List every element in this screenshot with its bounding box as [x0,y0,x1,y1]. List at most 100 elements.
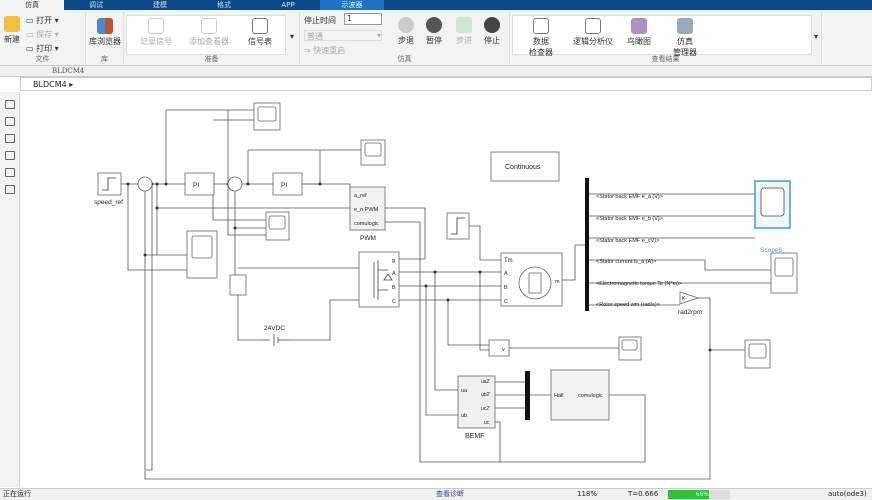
area-icon[interactable] [4,185,15,194]
birds-eye-icon [631,18,647,34]
open-button[interactable]: ▭ 打开 ▾ [26,15,59,26]
port-label: uc [484,420,490,426]
step-back-button[interactable]: 步退 [396,17,416,46]
scope6-label: Scope6 [760,247,782,254]
stop-time-label: 停止时间 [304,16,336,25]
dc-source-label: 24VDC [264,325,285,332]
annotation-icon[interactable] [4,151,15,160]
prepare-more-button[interactable]: ▾ [290,32,294,41]
voltage-sensor-block[interactable] [229,274,247,296]
group-file: 新建 ▭ 打开 ▾ ▭ 保存 ▾ ▭ 打印 ▾ 文件 [0,12,86,64]
port-label: e_n PWM [354,207,379,213]
port-label: m [555,279,560,285]
step-back-icon [398,17,414,33]
library-icon [97,18,113,34]
view-diagnostics-link[interactable]: 查看诊断 [436,489,464,500]
birds-eye-button[interactable]: 鸟瞰图 [624,18,654,47]
pause-icon [426,17,442,33]
port-label: C [392,299,396,305]
tab-modeling[interactable]: 建模 [128,0,192,10]
new-icon [4,16,20,32]
arrow-icon[interactable] [4,134,15,143]
battery-block[interactable] [262,334,290,346]
pi1-label: PI [193,182,199,189]
port-label: ub2' [481,392,490,398]
sum-block-2[interactable] [227,176,243,192]
tool-palette [0,92,20,487]
bus-signal-label: <Stator back EMF e_cV)> [596,238,659,244]
stop-time-input[interactable]: 1 [344,13,382,25]
save-button[interactable]: ▭ 保存 ▾ [26,29,59,40]
group-review-results: 数据 检查器 逻辑分析仪 鸟瞰图 仿真 管理器 ▾ 查看结果 [510,12,822,64]
port-label: comulogic [354,221,379,227]
zoom-level: 118% [577,490,598,498]
port-label: A [504,271,508,277]
pi-controller-1[interactable] [184,172,215,196]
progress-fill: 66% [668,490,709,499]
library-browser-button[interactable]: 库浏览器 [88,18,122,47]
port-label: uc2' [481,406,490,412]
gain-label: K- [682,296,687,302]
port-label: ua2' [481,379,490,385]
voltage-measurement-block[interactable] [488,339,510,357]
signal-table-button[interactable]: 信号表 [240,18,280,47]
model-canvas[interactable]: speed_ref PI PI a_ref e_n PWM comulogic … [20,92,872,487]
sim-time: T=0.666 [628,490,659,498]
solver-label[interactable]: auto(ode3) [828,489,867,500]
tab-simulation[interactable]: 仿真 [0,0,64,10]
print-button[interactable]: ▭ 打印 ▾ [26,43,59,54]
zoom-icon[interactable] [4,100,15,109]
rad2rpm-label: rad2rpm [678,309,702,316]
sum-block-1[interactable] [137,176,153,192]
logic-analyzer-button[interactable]: 逻辑分析仪 [568,18,618,47]
sim-manager-button[interactable]: 仿真 管理器 [670,18,700,58]
port-label: C [504,299,508,305]
address-bar: BLDCM4 [0,66,872,77]
speed-ref-label: speed_ref [94,199,123,206]
port-label: B [392,285,396,291]
bus-selector[interactable] [585,178,589,311]
port-label: comulogic [578,393,603,399]
sim-mode-select[interactable]: 普通 ▾ [304,30,382,41]
sim-manager-icon [677,18,693,34]
log-signals-button[interactable]: 记录信号 [134,18,178,47]
add-viewer-button[interactable]: 添加查看器 [182,18,236,47]
port-label: ub [461,413,467,419]
stop-button[interactable]: 停止 [482,17,502,46]
bus-signal-label: <Rotor speed wm (rad/s)> [596,302,660,308]
image-icon[interactable] [4,168,15,177]
port-label: g [392,258,395,264]
mux-block[interactable] [525,371,530,420]
step-forward-icon [456,17,472,33]
fit-view-icon[interactable] [4,117,15,126]
port-label: ua [461,388,468,394]
model-breadcrumb[interactable]: BLDCM4 ▸ [20,77,872,91]
group-simulation: 停止时间 1 普通 ▾ ⇒ 快速重启 步退 暂停 步进 停止 仿真 [300,12,510,64]
tab-apps[interactable]: APP [256,0,320,10]
tab-scope[interactable]: 示波器 [320,0,384,10]
step-forward-button[interactable]: 步进 [454,17,474,46]
block-diagram: speed_ref PI PI a_ref e_n PWM comulogic … [94,102,798,480]
viewer-icon [201,18,217,34]
stop-icon [484,17,500,33]
signal-icon [148,18,164,34]
pi-controller-2[interactable] [272,172,303,196]
status-bar: 正在运行 查看诊断 118% T=0.666 66% auto(ode3) [0,488,872,500]
tab-debug[interactable]: 调试 [64,0,128,10]
table-icon [252,18,268,34]
run-status: 正在运行 [3,490,31,498]
pi2-label: PI [281,182,287,189]
step-block-speed-ref[interactable] [97,172,122,196]
pause-button[interactable]: 暂停 [424,17,444,46]
ribbon: 新建 ▭ 打开 ▾ ▭ 保存 ▾ ▭ 打印 ▾ 文件 库浏览器 库 记录信号 添… [0,10,872,66]
results-more-button[interactable]: ▾ [814,32,818,41]
new-button[interactable]: 新建 [2,16,22,45]
tab-format[interactable]: 格式 [192,0,256,10]
logic-analyzer-icon [585,18,601,34]
data-inspector-button[interactable]: 数据 检查器 [526,18,556,58]
group-library: 库浏览器 库 [86,12,124,64]
port-label: Hall [554,393,563,399]
progress-bar: 66% [668,490,730,499]
group-prepare: 记录信号 添加查看器 信号表 ▾ 准备 [124,12,300,64]
bus-signal-label: <Stator current is_a (A)> [596,259,656,265]
